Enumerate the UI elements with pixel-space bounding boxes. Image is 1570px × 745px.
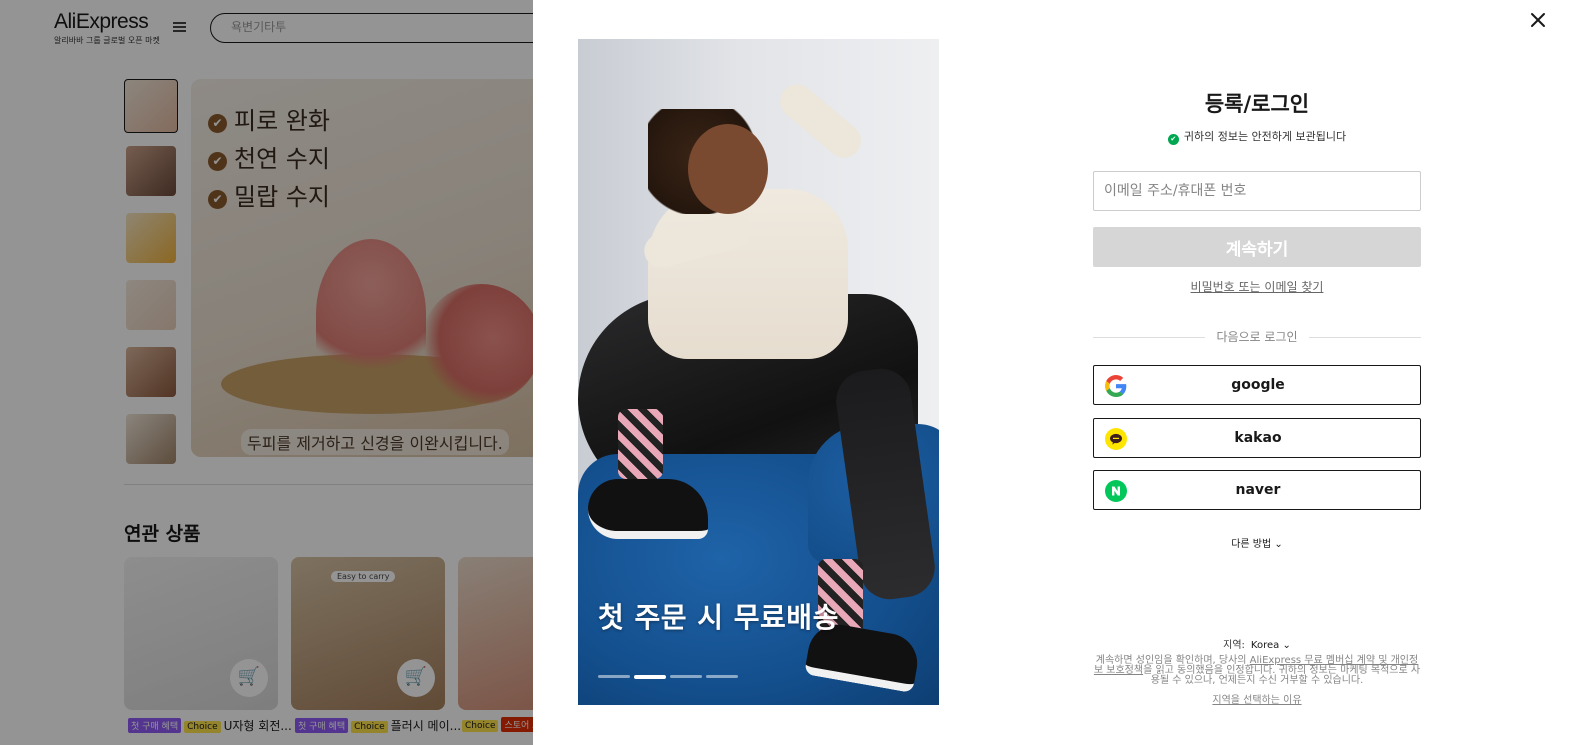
carousel-dot[interactable] — [598, 675, 630, 678]
close-icon[interactable] — [1528, 10, 1548, 30]
region-label: 지역: — [1223, 640, 1245, 651]
carousel-dot[interactable] — [670, 675, 702, 678]
carousel-indicator[interactable] — [598, 675, 738, 679]
promo-photo-part — [588, 479, 708, 539]
promo-photo-part — [688, 124, 768, 214]
promo-photo-part — [648, 189, 848, 359]
promo-text: 첫 주문 시 무료배송 — [598, 601, 839, 634]
social-label: kakao — [1234, 430, 1282, 446]
carousel-dot[interactable] — [634, 675, 666, 679]
region-selector[interactable]: 지역: Korea ⌄ — [1093, 636, 1421, 651]
naver-login-button[interactable]: naver — [1093, 470, 1421, 510]
google-login-button[interactable]: google — [1093, 365, 1421, 405]
region-value[interactable]: Korea — [1251, 640, 1279, 651]
chevron-down-icon: ⌄ — [1282, 640, 1291, 651]
forgot-password-link[interactable]: 비밀번호 또는 이메일 찾기 — [1093, 278, 1421, 295]
why-region-link[interactable]: 지역을 선택하는 이유 — [1093, 691, 1421, 706]
legal-text: 계속하면 성인임을 확인하며, 당사의 AliExpress 무료 멤버십 계약… — [1093, 655, 1421, 686]
continue-button[interactable]: 계속하기 — [1093, 227, 1421, 267]
more-options-button[interactable]: 다른 방법 ⌄ — [1093, 535, 1421, 550]
secure-note: ✔ 귀하의 정보는 안전하게 보관됩니다 — [1093, 128, 1421, 145]
carousel-dot[interactable] — [706, 675, 738, 678]
chevron-down-icon: ⌄ — [1274, 539, 1283, 550]
promo-photo-part — [618, 409, 663, 479]
page-title: 등록/로그인 — [1204, 92, 1310, 116]
promo-banner: 첫 주문 시 무료배송 — [578, 39, 939, 705]
email-field[interactable] — [1093, 171, 1421, 211]
login-panel: 첫 주문 시 무료배송 등록/로그인 ✔귀하의 정보는 안전하게 보관됩니다 계… — [533, 0, 1570, 745]
promo-photo-part — [773, 77, 868, 165]
kakao-login-button[interactable]: kakao — [1093, 418, 1421, 458]
shield-check-icon: ✔ — [1167, 134, 1179, 145]
social-label: google — [1231, 377, 1285, 393]
social-label: naver — [1235, 482, 1281, 498]
or-divider: 다음으로 로그인 — [1093, 328, 1421, 346]
